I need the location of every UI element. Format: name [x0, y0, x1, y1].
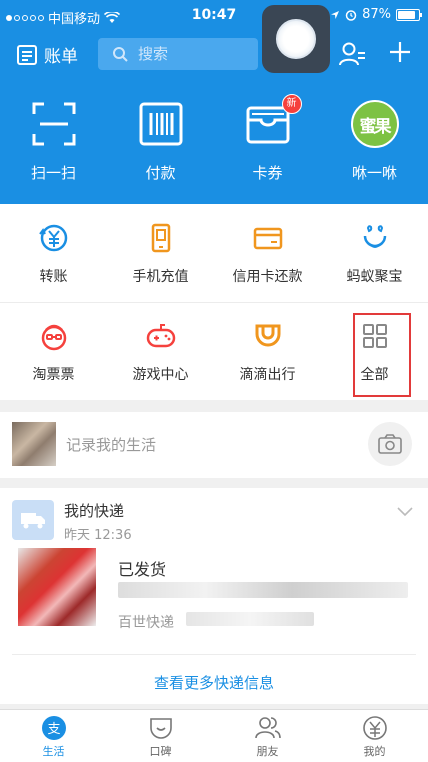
transfer-button[interactable]: 转账 — [0, 204, 107, 302]
ant-fortune-icon — [363, 225, 386, 248]
express-card[interactable]: 我的快递 昨天 12:36 已发货 百世快递 查看更多快递信息 — [0, 488, 428, 704]
chevron-down-icon[interactable] — [396, 506, 414, 518]
battery-percent: 87% — [362, 7, 391, 22]
xiu-button[interactable]: 蜜果 咻一咻 — [321, 96, 428, 206]
add-icon[interactable] — [388, 40, 412, 64]
transfer-icon — [38, 224, 67, 252]
phone-topup-button[interactable]: 手机充值 — [107, 204, 214, 302]
didi-icon — [255, 324, 280, 347]
ant-fortune-label: 蚂蚁聚宝 — [346, 269, 403, 285]
tab-mine-label: 我的 — [363, 745, 386, 758]
header: 账单 扫一扫 付款 新 卡券 蜜果 咻一咻 — [0, 5, 428, 206]
courier-name: 百世快递 — [118, 615, 174, 631]
svg-text:支: 支 — [47, 722, 60, 737]
life-record-bar[interactable]: 记录我的生活 — [0, 412, 428, 478]
express-time: 昨天 12:36 — [64, 528, 132, 543]
camera-button[interactable] — [368, 422, 412, 466]
credit-card-label: 信用卡还款 — [232, 269, 303, 285]
credit-card-icon — [253, 227, 282, 250]
coupons-label: 卡券 — [252, 164, 283, 182]
quick-actions: 扫一扫 付款 新 卡券 蜜果 咻一咻 — [0, 94, 428, 206]
scan-button[interactable]: 扫一扫 — [0, 96, 107, 206]
express-title: 我的快递 — [64, 502, 125, 520]
wallet-icon-wrap: 新 — [244, 94, 302, 148]
movie-ticket-icon — [41, 324, 66, 351]
shipping-status: 已发货 — [118, 560, 167, 579]
life-record-placeholder: 记录我的生活 — [66, 436, 157, 454]
scan-icon — [32, 102, 75, 146]
grid-row-1: 转账 手机充值 信用卡还款 蚂蚁聚宝 — [0, 204, 428, 303]
miyu-icon: 蜜果 — [350, 100, 399, 148]
ant-fortune-button[interactable]: 蚂蚁聚宝 — [321, 204, 428, 302]
battery-icon — [396, 8, 422, 21]
koubei-icon — [149, 718, 172, 739]
xiu-label: 咻一咻 — [351, 164, 397, 182]
avatar — [12, 422, 56, 466]
product-name-blurred — [118, 582, 408, 598]
phone-icon — [151, 223, 170, 253]
tracking-number-blurred — [186, 612, 314, 626]
truck-icon — [12, 500, 54, 540]
friends-icon — [254, 717, 281, 739]
yuan-icon — [362, 716, 387, 740]
didi-button[interactable]: 滴滴出行 — [214, 302, 321, 400]
divider — [12, 654, 416, 655]
bill-button[interactable]: 账单 — [16, 42, 78, 67]
search-icon — [113, 47, 128, 62]
new-badge: 新 — [281, 94, 302, 114]
gamepad-icon — [146, 324, 175, 348]
search-bar[interactable] — [98, 38, 258, 70]
service-grid: 转账 手机充值 信用卡还款 蚂蚁聚宝 淘票票 游戏中心 滴滴出行 全部 — [0, 204, 428, 400]
game-center-button[interactable]: 游戏中心 — [107, 302, 214, 400]
scan-label: 扫一扫 — [30, 164, 76, 182]
tab-friends[interactable]: 朋友 — [214, 710, 321, 762]
bill-label: 账单 — [44, 47, 78, 67]
tab-bar: 支 生活 口碑 朋友 我的 — [0, 709, 428, 762]
movie-ticket-button[interactable]: 淘票票 — [0, 302, 107, 400]
tab-koubei[interactable]: 口碑 — [107, 710, 214, 762]
assistive-touch-button[interactable] — [262, 5, 330, 73]
didi-label: 滴滴出行 — [239, 367, 296, 383]
tab-life[interactable]: 支 生活 — [0, 710, 107, 762]
pay-label: 付款 — [145, 164, 176, 182]
tab-life-label: 生活 — [42, 745, 65, 758]
movie-ticket-label: 淘票票 — [32, 367, 75, 383]
highlight-box — [353, 313, 411, 397]
alipay-icon: 支 — [41, 716, 66, 740]
tab-mine[interactable]: 我的 — [321, 710, 428, 762]
more-express-link[interactable]: 查看更多快递信息 — [0, 672, 428, 693]
coupons-button[interactable]: 新 卡券 — [214, 94, 321, 206]
pay-button[interactable]: 付款 — [107, 96, 214, 206]
credit-card-button[interactable]: 信用卡还款 — [214, 204, 321, 302]
alarm-icon — [345, 9, 357, 21]
game-center-label: 游戏中心 — [132, 367, 189, 383]
camera-icon — [378, 434, 402, 454]
barcode-icon — [139, 102, 182, 146]
location-icon — [331, 10, 340, 19]
assistive-touch-icon — [276, 19, 316, 59]
tab-koubei-label: 口碑 — [149, 745, 172, 758]
bill-icon — [17, 44, 37, 65]
status-right: 87% — [330, 7, 422, 22]
tab-friends-label: 朋友 — [256, 745, 279, 758]
miyu-logo: 蜜果 — [350, 100, 399, 148]
transfer-label: 转账 — [39, 269, 68, 285]
phone-topup-label: 手机充值 — [132, 269, 189, 285]
product-image — [18, 548, 96, 626]
contacts-icon[interactable] — [338, 40, 366, 68]
status-bar: 中国移动 10:47 87% — [0, 0, 428, 32]
search-input[interactable] — [136, 44, 240, 64]
